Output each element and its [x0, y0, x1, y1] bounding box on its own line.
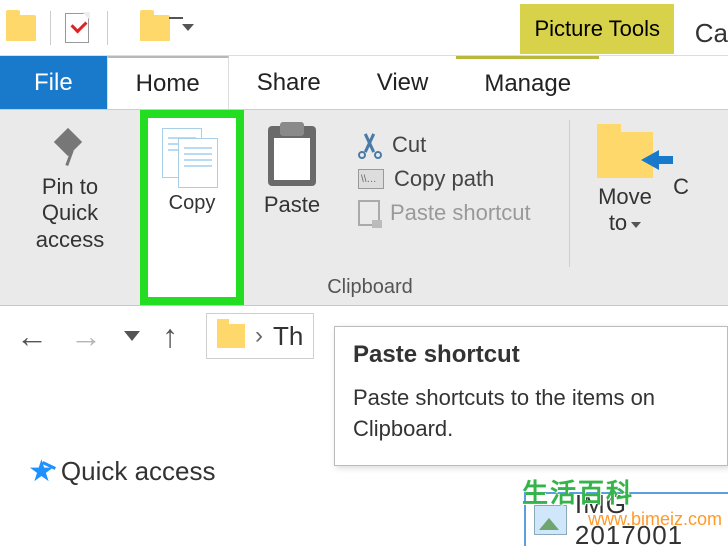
- scissors-icon: [358, 133, 382, 157]
- copy-path-button[interactable]: \\… Copy path: [358, 166, 531, 192]
- up-button[interactable]: ↑: [162, 318, 178, 355]
- copy-path-label: Copy path: [394, 166, 494, 192]
- ribbon-tabs: File Home Share View Manage: [0, 56, 728, 110]
- move-to-label: Move to: [588, 184, 662, 237]
- properties-icon[interactable]: [65, 13, 89, 43]
- address-bar[interactable]: › Th: [206, 313, 314, 359]
- pin-label: Pin to Quick access: [18, 174, 122, 253]
- quick-access-label: Quick access: [61, 456, 216, 487]
- paste-shortcut-label: Paste shortcut: [390, 200, 531, 226]
- tooltip: Paste shortcut Paste shortcuts to the it…: [334, 326, 728, 466]
- paste-shortcut-button[interactable]: Paste shortcut: [358, 200, 531, 226]
- sidebar-item-quick-access[interactable]: ★ Quick access: [28, 454, 216, 489]
- open-folder-icon[interactable]: [140, 15, 170, 41]
- move-to-button[interactable]: Move to: [570, 110, 680, 305]
- breadcrumb-chevron-icon[interactable]: ›: [255, 322, 263, 350]
- qat-dropdown[interactable]: [170, 24, 194, 31]
- tab-file[interactable]: File: [0, 56, 107, 109]
- separator: [107, 11, 108, 45]
- pin-icon: [50, 128, 90, 168]
- group-label-clipboard: Clipboard: [140, 276, 600, 299]
- history-dropdown[interactable]: [124, 331, 140, 341]
- tab-share[interactable]: Share: [229, 56, 349, 109]
- truncated-text: Ca: [695, 18, 728, 49]
- breadcrumb-segment[interactable]: Th: [273, 321, 303, 352]
- paste-label: Paste: [264, 192, 320, 218]
- truncated-button[interactable]: C: [680, 110, 700, 305]
- watermark-url: www.bimeiz.com: [588, 509, 722, 530]
- tooltip-title: Paste shortcut: [353, 341, 709, 369]
- folder-icon[interactable]: [6, 15, 36, 41]
- paste-shortcut-icon: [358, 200, 380, 226]
- tab-view[interactable]: View: [349, 56, 457, 109]
- tab-manage[interactable]: Manage: [456, 56, 599, 109]
- path-icon: \\…: [358, 169, 384, 189]
- ribbon: Pin to Quick access Copy Paste Cut \\… C…: [0, 110, 728, 306]
- tooltip-body: Paste shortcuts to the items on Clipboar…: [353, 383, 709, 445]
- move-to-icon: [597, 132, 653, 178]
- back-button[interactable]: ←: [16, 318, 48, 355]
- pin-to-quick-access-button[interactable]: Pin to Quick access: [0, 110, 140, 305]
- copy-icon: [162, 128, 222, 192]
- chevron-down-icon: [631, 222, 641, 228]
- star-icon: ★: [28, 454, 55, 489]
- cut-label: Cut: [392, 132, 426, 158]
- contextual-tab-picture-tools: Picture Tools: [520, 4, 674, 54]
- clipboard-icon: [268, 126, 316, 186]
- truncated-label: C: [673, 174, 689, 200]
- title-bar: Picture Tools Ca: [0, 0, 728, 56]
- copy-label: Copy: [169, 192, 216, 215]
- watermark-text: 生活百科: [522, 473, 634, 510]
- cut-button[interactable]: Cut: [358, 132, 531, 158]
- folder-icon: [217, 324, 245, 348]
- tab-home[interactable]: Home: [107, 56, 229, 109]
- separator: [50, 11, 51, 45]
- forward-button[interactable]: →: [70, 318, 102, 355]
